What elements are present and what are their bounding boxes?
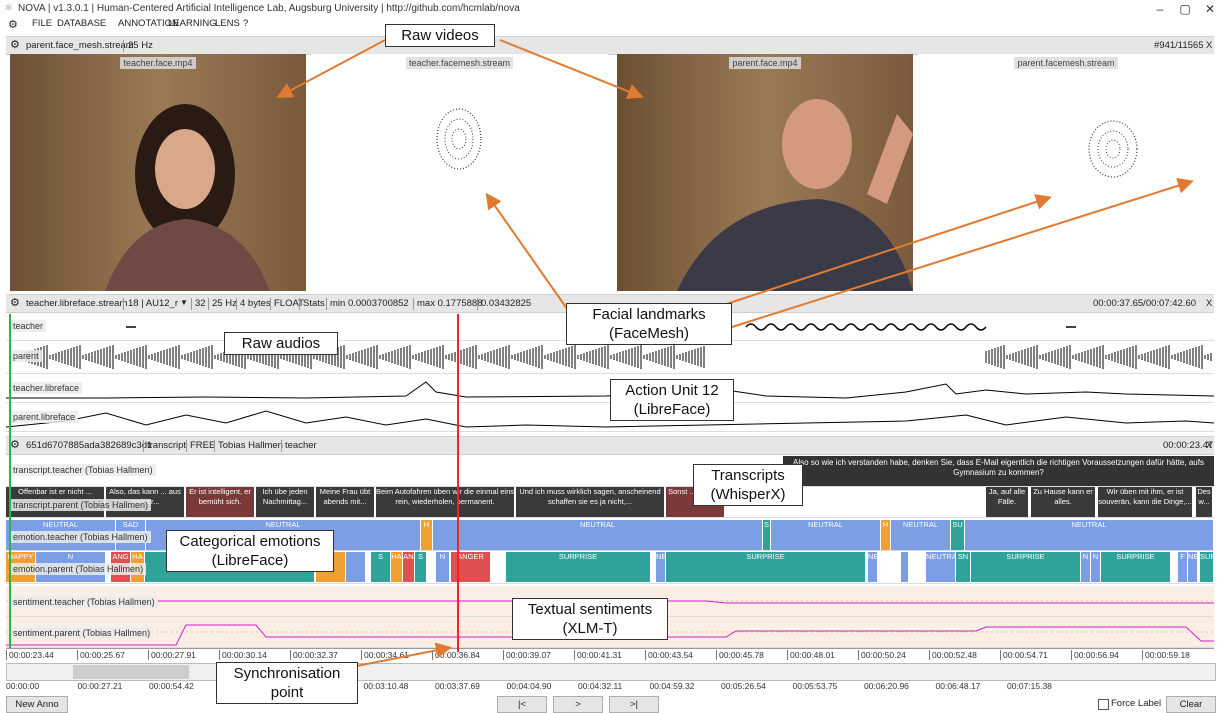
callout-transcripts: Transcripts (WhisperX) [693,464,803,506]
callout-sentiments: Textual sentiments (XLM-T) [512,598,668,640]
callout-sync-point: Synchronisation point [216,662,358,704]
callout-emotions: Categorical emotions (LibreFace) [166,530,334,572]
callout-action-unit: Action Unit 12 (LibreFace) [610,379,734,421]
callout-facial-landmarks: Facial landmarks (FaceMesh) [566,303,732,345]
callout-raw-audios: Raw audios [224,332,338,355]
callout-raw-videos: Raw videos [385,24,495,47]
